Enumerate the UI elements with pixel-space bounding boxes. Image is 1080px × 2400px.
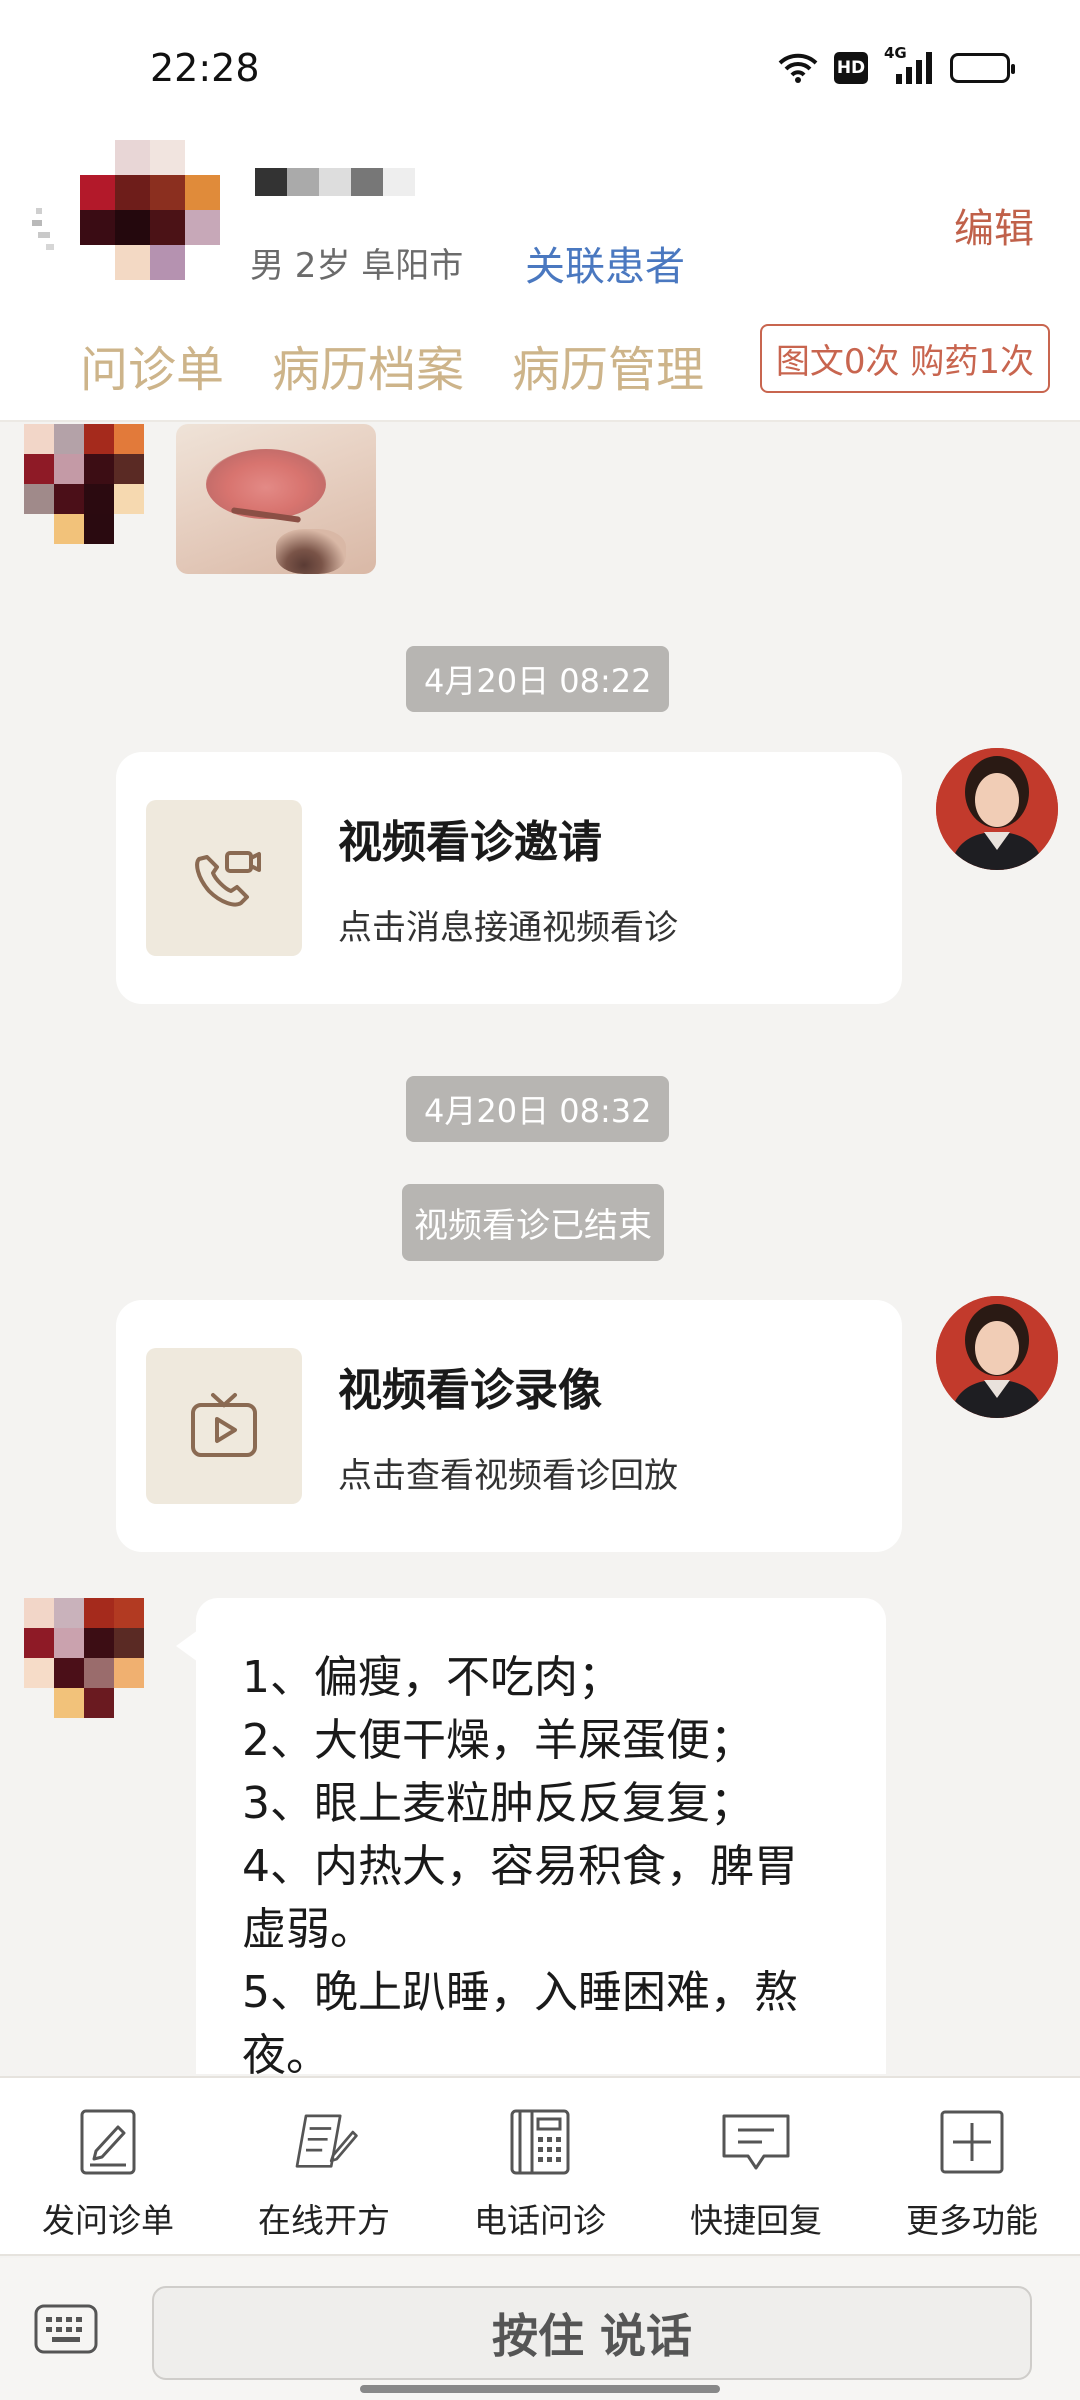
patient-avatar[interactable] bbox=[80, 140, 220, 280]
video-recording-subtitle: 点击查看视频看诊回放 bbox=[338, 1456, 678, 1496]
quick-reply-button[interactable]: 快捷回复 bbox=[648, 2078, 864, 2254]
video-invite-subtitle: 点击消息接通视频看诊 bbox=[338, 908, 678, 948]
tool-label: 快捷回复 bbox=[690, 2201, 822, 2240]
eye-photo-message[interactable] bbox=[176, 424, 376, 574]
tab-inquiry-form[interactable]: 问诊单 bbox=[80, 330, 224, 400]
form-edit-icon bbox=[72, 2106, 144, 2178]
online-prescription-button[interactable]: 在线开方 bbox=[216, 2078, 432, 2254]
tool-label: 电话问诊 bbox=[474, 2201, 606, 2240]
tool-label: 更多功能 bbox=[906, 2201, 1038, 2240]
phone-consult-button[interactable]: 电话问诊 bbox=[432, 2078, 648, 2254]
video-call-icon bbox=[146, 800, 302, 956]
message-line: 2、大便干燥，羊屎蛋便； bbox=[242, 1715, 754, 1766]
keyboard-icon[interactable] bbox=[34, 2304, 98, 2354]
function-toolbar: 发问诊单 在线开方 电话问诊 快捷回复 更多功能 bbox=[0, 2076, 1080, 2256]
status-bar: 22:28 HD 4G bbox=[0, 0, 1080, 140]
message-line: 夜。 bbox=[242, 2030, 330, 2074]
more-functions-button[interactable]: 更多功能 bbox=[864, 2078, 1080, 2254]
video-invite-card[interactable]: 视频看诊邀请 点击消息接通视频看诊 bbox=[116, 752, 902, 1004]
hd-icon: HD bbox=[834, 52, 868, 84]
status-icons: HD 4G bbox=[778, 44, 1015, 86]
patient-chat-avatar[interactable] bbox=[24, 424, 144, 544]
timestamp-2: 4月20日 08:32 bbox=[406, 1076, 670, 1142]
doctor-avatar[interactable] bbox=[936, 1296, 1058, 1418]
video-recording-title: 视频看诊录像 bbox=[338, 1365, 602, 1416]
signal-4g-icon: 4G bbox=[884, 44, 934, 86]
status-time: 22:28 bbox=[150, 46, 260, 90]
link-patient-button[interactable]: 关联患者 bbox=[525, 234, 685, 292]
wifi-icon bbox=[778, 52, 818, 84]
timestamp-1: 4月20日 08:22 bbox=[406, 646, 670, 712]
patient-name-redacted bbox=[255, 168, 415, 196]
chat-area[interactable]: 4月20日 08:22 视频看诊邀请 点击消息接通视频看诊 4月20日 08:3… bbox=[0, 424, 1080, 2074]
system-notice: 视频看诊已结束 bbox=[402, 1184, 664, 1261]
tab-medical-records[interactable]: 病历档案 bbox=[272, 330, 464, 400]
battery-icon bbox=[950, 53, 1015, 83]
patient-chat-avatar[interactable] bbox=[24, 1598, 144, 1718]
tool-label: 发问诊单 bbox=[42, 2201, 174, 2240]
hold-to-talk-button[interactable]: 按住 说话 bbox=[152, 2286, 1032, 2380]
send-inquiry-form-button[interactable]: 发问诊单 bbox=[0, 2078, 216, 2254]
message-line: 5、晚上趴睡，入睡困难，熬 bbox=[242, 1967, 798, 2018]
more-functions-icon bbox=[936, 2106, 1008, 2178]
prescription-icon bbox=[288, 2106, 360, 2178]
doctor-avatar[interactable] bbox=[936, 748, 1058, 870]
quick-reply-icon bbox=[720, 2106, 792, 2178]
message-line: 3、眼上麦粒肿反反复复； bbox=[242, 1778, 754, 1829]
edit-button[interactable]: 编辑 bbox=[954, 196, 1034, 254]
message-line: 1、偏瘦，不吃肉； bbox=[242, 1652, 622, 1703]
back-icon[interactable] bbox=[30, 200, 70, 260]
message-line: 4、内热大，容易积食，脾胃 bbox=[242, 1841, 798, 1892]
video-playback-icon bbox=[146, 1348, 302, 1504]
input-bar: 按住 说话 bbox=[0, 2258, 1080, 2400]
tab-record-management[interactable]: 病历管理 bbox=[512, 330, 704, 400]
home-indicator[interactable] bbox=[360, 2385, 720, 2393]
header-tabs: 问诊单 病历档案 病历管理 bbox=[80, 330, 704, 400]
video-recording-card[interactable]: 视频看诊录像 点击查看视频看诊回放 bbox=[116, 1300, 902, 1552]
video-invite-title: 视频看诊邀请 bbox=[338, 817, 602, 868]
patient-header: 男 2岁 阜阳市 关联患者 编辑 问诊单 病历档案 病历管理 图文0次 购药1次 bbox=[0, 140, 1080, 422]
phone-consult-icon bbox=[504, 2106, 576, 2178]
service-quota-badge[interactable]: 图文0次 购药1次 bbox=[759, 324, 1050, 393]
patient-text-message[interactable]: 1、偏瘦，不吃肉； 2、大便干燥，羊屎蛋便； 3、眼上麦粒肿反反复复； 4、内热… bbox=[176, 1598, 886, 2074]
patient-meta: 男 2岁 阜阳市 bbox=[250, 246, 464, 286]
tool-label: 在线开方 bbox=[258, 2201, 390, 2240]
message-line: 虚弱。 bbox=[242, 1904, 374, 1955]
